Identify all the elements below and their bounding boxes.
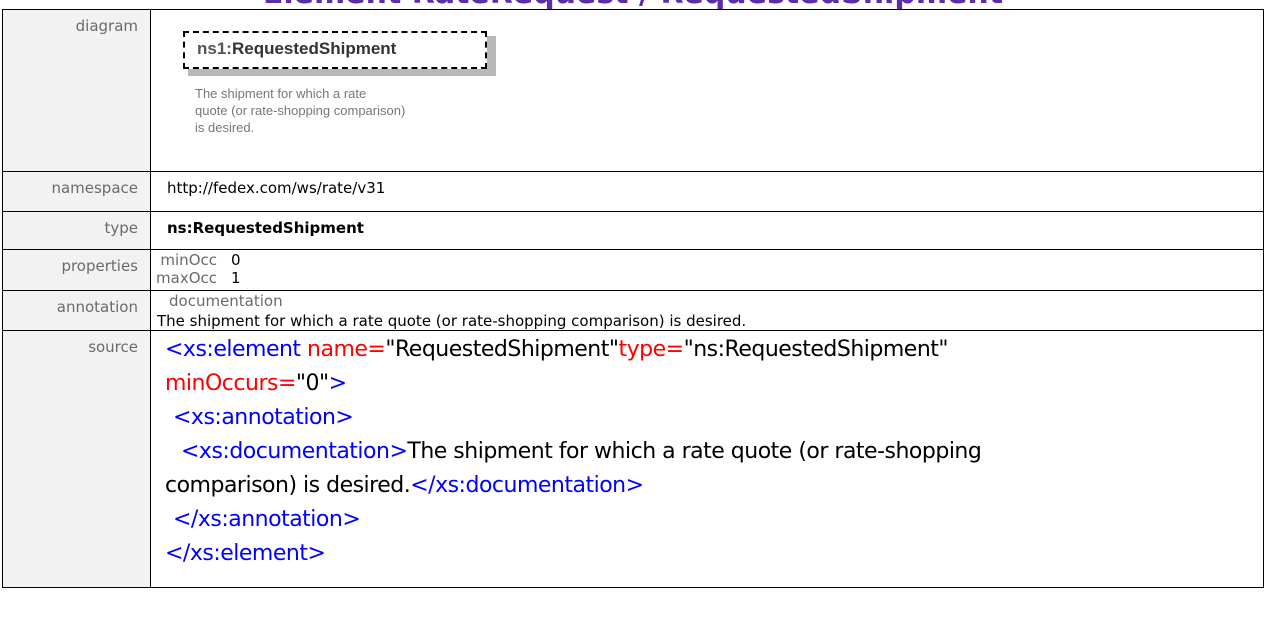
diagram-element-box[interactable]: ns1:RequestedShipment [183, 31, 487, 69]
diagram-box: ns1:RequestedShipment The shipment for w… [183, 31, 496, 171]
source-line: </xs:annotation> [165, 503, 1253, 537]
source-tag: <xs:element [165, 337, 301, 362]
property-item: minOcc 0 [151, 251, 1253, 269]
source-label: source [2, 330, 151, 588]
source-line: <xs:documentation>The shipment for which… [165, 435, 1253, 469]
source-cell: <xs:element name="RequestedShipment"type… [150, 330, 1264, 588]
diagram-doc-line: is desired. [195, 120, 255, 135]
namespace-label: namespace [2, 171, 151, 212]
property-item: maxOcc 1 [151, 269, 1253, 287]
diagram-cell: ns1:RequestedShipment The shipment for w… [150, 9, 1264, 172]
annotation-row: annotation documentation The shipment fo… [2, 290, 1264, 331]
source-tag: <xs:annotation> [173, 405, 354, 430]
properties-label: properties [2, 249, 151, 291]
source-tag: </xs:documentation> [410, 473, 644, 498]
source-tag: </xs:annotation> [173, 507, 361, 532]
source-attr: name= [300, 337, 386, 362]
diagram-row: diagram ns1:RequestedShipment The shipme… [2, 9, 1264, 172]
source-row: source <xs:element name="RequestedShipme… [2, 330, 1264, 588]
source-code: <xs:element name="RequestedShipment"type… [165, 333, 1253, 571]
diagram-doc-line: quote (or rate-shopping comparison) [195, 103, 406, 118]
namespace-value: http://fedex.com/ws/rate/v31 [150, 171, 1264, 212]
type-value-link[interactable]: ns:RequestedShipment [167, 219, 364, 237]
diagram-element-name: RequestedShipment [231, 39, 397, 58]
source-line: comparison) is desired.</xs:documentatio… [165, 469, 1253, 503]
property-key: maxOcc [156, 269, 217, 287]
properties-list: minOcc 0 maxOcc 1 [151, 251, 1253, 287]
annotation-cell: documentation The shipment for which a r… [150, 290, 1264, 331]
properties-cell: minOcc 0 maxOcc 1 [150, 249, 1264, 291]
diagram-documentation: The shipment for which a rate quote (or … [195, 85, 445, 136]
source-value: "ns:RequestedShipment" [683, 337, 949, 362]
annotation-text: The shipment for which a rate quote (or … [157, 312, 747, 330]
type-label: type [2, 211, 151, 250]
source-text: comparison) is desired. [165, 473, 411, 498]
source-attr: minOccurs= [165, 371, 296, 396]
namespace-row: namespace http://fedex.com/ws/rate/v31 [2, 171, 1264, 212]
property-value: 0 [231, 251, 241, 269]
diagram-doc-line: The shipment for which a rate [195, 86, 367, 101]
type-row: type ns:RequestedShipment [2, 211, 1264, 250]
source-tag: </xs:element> [165, 541, 326, 566]
diagram-element-prefix: ns1: [197, 39, 232, 58]
source-line: <xs:element name="RequestedShipment"type… [165, 333, 1253, 367]
diagram-label: diagram [2, 9, 151, 172]
type-cell: ns:RequestedShipment [150, 211, 1264, 250]
element-doc-table: diagram ns1:RequestedShipment The shipme… [2, 9, 1264, 588]
annotation-key: documentation [169, 292, 283, 310]
properties-row: properties minOcc 0 maxOcc 1 [2, 249, 1264, 291]
source-line: minOccurs="0"> [165, 367, 1253, 401]
source-text: The shipment for which a rate quote (or … [407, 439, 982, 464]
source-tag: <xs:documentation> [181, 439, 408, 464]
source-value: "RequestedShipment" [385, 337, 619, 362]
source-value: "0" [295, 371, 329, 396]
source-tag: > [328, 371, 347, 396]
property-value: 1 [231, 269, 241, 287]
source-line: </xs:element> [165, 537, 1253, 571]
property-key: minOcc [160, 251, 217, 269]
annotation-label: annotation [2, 290, 151, 331]
source-attr: type= [618, 337, 685, 362]
source-line: <xs:annotation> [165, 401, 1253, 435]
